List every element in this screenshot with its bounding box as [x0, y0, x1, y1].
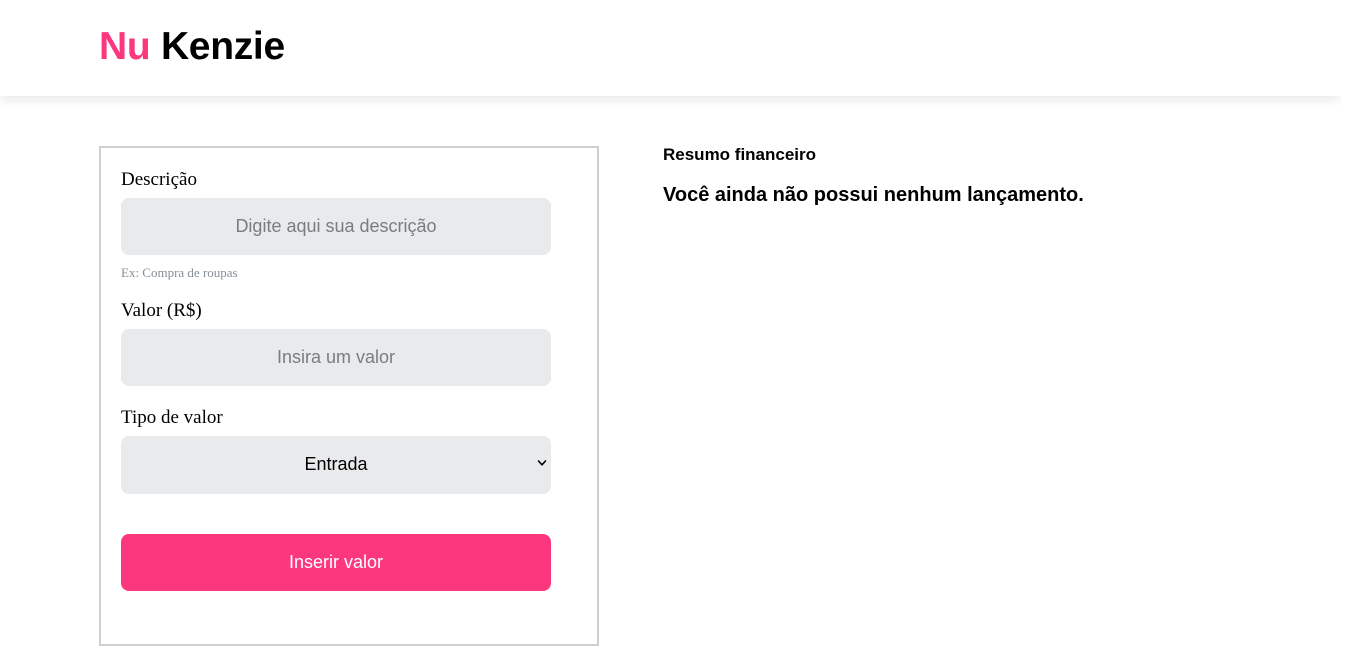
- type-select[interactable]: Entrada: [121, 436, 551, 494]
- type-select-value: Entrada: [304, 454, 368, 474]
- description-label: Descrição: [121, 169, 197, 190]
- chevron-down-icon: [537, 460, 547, 466]
- value-input[interactable]: [121, 329, 551, 386]
- summary-title: Resumo financeiro: [663, 145, 817, 164]
- entry-form: Descrição Ex: Compra de roupas Valor (R$…: [99, 146, 599, 646]
- description-hint: Ex: Compra de roupas: [121, 265, 238, 280]
- insert-value-button[interactable]: Inserir valor: [121, 534, 551, 591]
- empty-state-message: Você ainda não possui nenhum lançamento.: [663, 184, 1084, 206]
- value-label: Valor (R$): [121, 300, 202, 321]
- top-header: Nu Kenzie: [0, 0, 1341, 96]
- logo-nu: Nu: [99, 25, 151, 68]
- type-label: Tipo de valor: [121, 407, 223, 428]
- scrollbar-track[interactable]: [1341, 0, 1362, 630]
- description-input[interactable]: [121, 198, 551, 255]
- logo-kenzie: Kenzie: [160, 25, 285, 68]
- app-logo: Nu Kenzie: [99, 24, 285, 70]
